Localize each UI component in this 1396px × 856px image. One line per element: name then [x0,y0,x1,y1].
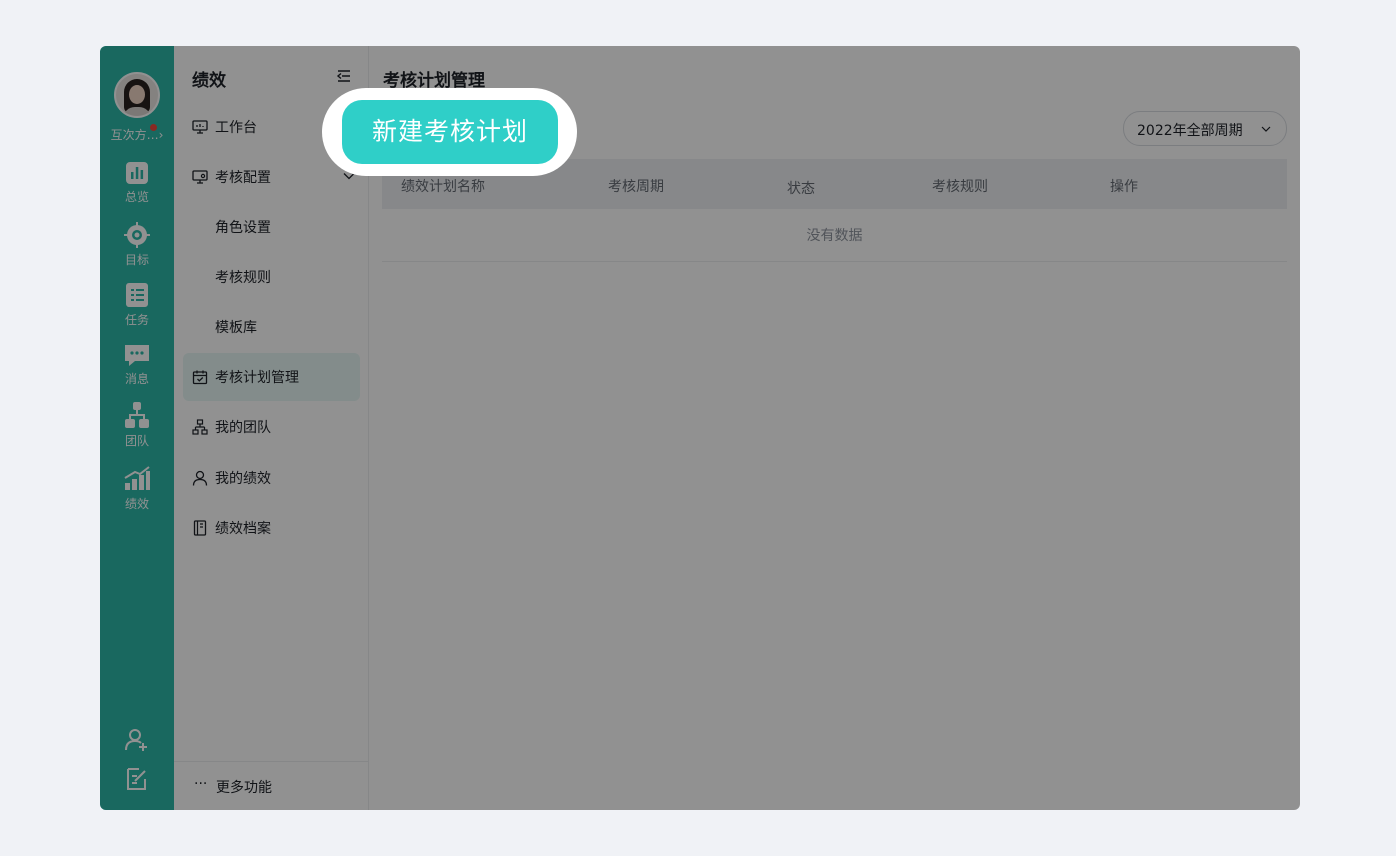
app-window: 互次方…› 总览 目标 任务 消息 团队 绩效 绩效 工作台 考核配置 角色设置… [100,46,1300,810]
guide-overlay [100,46,1300,810]
new-plan-button[interactable]: 新建考核计划 [342,100,558,164]
